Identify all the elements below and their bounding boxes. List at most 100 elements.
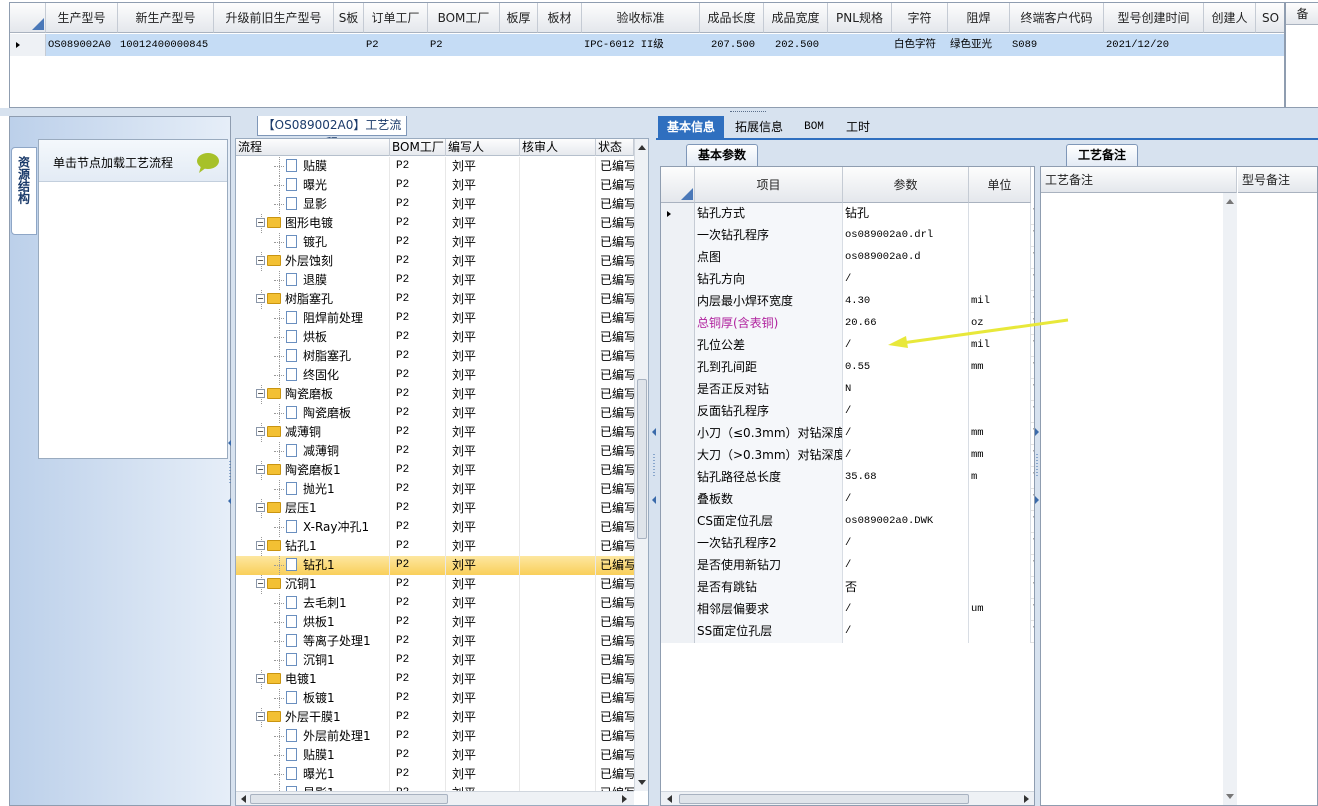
param-value-cell[interactable]: / [843,445,969,467]
tree-node[interactable]: 外层前处理1 P2 刘平 已编写 [236,727,636,746]
tree-node[interactable]: − 减薄铜 P2 刘平 已编写 [236,423,636,442]
scroll-thumb[interactable] [637,379,647,539]
tree-node-label-cell[interactable]: X-Ray冲孔1 [236,518,390,537]
column-header[interactable]: 新生产型号 [118,3,214,33]
tree-node[interactable]: 等离子处理1 P2 刘平 已编写 [236,632,636,651]
tree-node-label-cell[interactable]: − 电镀1 [236,670,390,689]
table-cell[interactable] [1204,34,1256,56]
collapse-toggle-icon[interactable]: − [256,712,265,721]
tree-node-label-cell[interactable]: − 沉铜1 [236,575,390,594]
param-value-cell[interactable]: 0.55 [843,357,969,379]
tree-node-label-cell[interactable]: 陶瓷磨板 [236,404,390,423]
column-header[interactable]: S板 [334,3,364,33]
tree-node-label-cell[interactable]: − 陶瓷磨板1 [236,461,390,480]
tree-node[interactable]: − 陶瓷磨板 P2 刘平 已编写 [236,385,636,404]
tree-node-label-cell[interactable]: − 层压1 [236,499,390,518]
resource-tree-box[interactable]: 单击节点加载工艺流程 [38,139,228,459]
flow-column-header[interactable]: 状态 [596,139,634,156]
param-row[interactable]: 是否正反对钻N Y [661,379,1034,401]
param-value-cell[interactable]: os089002a0.DWK [843,511,969,533]
flow-column-header[interactable]: BOM工厂 [390,139,446,156]
table-cell[interactable] [500,34,538,56]
tree-node[interactable]: 阻焊前处理 P2 刘平 已编写 [236,309,636,328]
tree-node-label-cell[interactable]: 退膜 [236,271,390,290]
column-header[interactable]: 成品宽度 [764,3,828,33]
tree-node-label-cell[interactable]: − 陶瓷磨板 [236,385,390,404]
tree-node-label-cell[interactable]: 去毛刺1 [236,594,390,613]
column-header[interactable]: 阻焊 [948,3,1010,33]
param-value-cell[interactable]: / [843,533,969,555]
tree-node[interactable]: 板镀1 P2 刘平 已编写 [236,689,636,708]
table-cell[interactable]: 202.500 [764,34,828,56]
table-cell[interactable] [538,34,582,56]
param-value-cell[interactable]: / [843,489,969,511]
tree-node[interactable]: 钻孔1 P2 刘平 已编写 [236,556,636,575]
tree-node[interactable]: − 层压1 P2 刘平 已编写 [236,499,636,518]
collapse-toggle-icon[interactable]: − [256,294,265,303]
hscroll-thumb[interactable] [250,794,448,804]
tree-node[interactable]: − 钻孔1 P2 刘平 已编写 [236,537,636,556]
hscroll-thumb[interactable] [679,794,969,804]
tree-node[interactable]: 贴膜1 P2 刘平 已编写 [236,746,636,765]
column-header[interactable]: 成品长度 [700,3,764,33]
tree-node[interactable]: 贴膜 P2 刘平 已编写 [236,157,636,176]
tree-node-label-cell[interactable]: 镀孔 [236,233,390,252]
table-cell[interactable] [1256,34,1284,56]
tree-node[interactable]: 去毛刺1 P2 刘平 已编写 [236,594,636,613]
tree-node[interactable]: 沉铜1 P2 刘平 已编写 [236,651,636,670]
collapse-toggle-icon[interactable]: − [256,256,265,265]
param-value-cell[interactable]: 钻孔 [843,203,969,225]
column-header[interactable]: 板材 [538,3,582,33]
tree-node[interactable]: 曝光1 P2 刘平 已编写 [236,765,636,784]
tree-node-label-cell[interactable]: 减薄铜 [236,442,390,461]
tree-node[interactable]: 烘板 P2 刘平 已编写 [236,328,636,347]
tree-node-label-cell[interactable]: 阻焊前处理 [236,309,390,328]
tree-node-label-cell[interactable]: 贴膜1 [236,746,390,765]
tree-node[interactable]: − 沉铜1 P2 刘平 已编写 [236,575,636,594]
collapse-toggle-icon[interactable]: − [256,674,265,683]
param-row[interactable]: 内层最小焊环宽度4.30milY [661,291,1034,313]
tree-node-label-cell[interactable]: 沉铜1 [236,651,390,670]
horizontal-splitter[interactable] [0,108,1318,116]
tree-node-label-cell[interactable]: 树脂塞孔 [236,347,390,366]
tree-node-label-cell[interactable]: 外层前处理1 [236,727,390,746]
table-cell[interactable]: 2021/12/20 [1104,34,1204,56]
column-header[interactable]: 订单工厂 [364,3,428,33]
column-header[interactable]: PNL规格 [828,3,892,33]
column-header[interactable]: 验收标准 [582,3,700,33]
tree-node-label-cell[interactable]: − 树脂塞孔 [236,290,390,309]
param-row[interactable]: 一次钻孔程序2/ Y [661,533,1034,555]
param-value-cell[interactable]: 35.68 [843,467,969,489]
param-row[interactable]: 钻孔方式钻孔 Y [661,203,1034,225]
collapse-toggle-icon[interactable]: − [256,541,265,550]
tree-node-label-cell[interactable]: 贴膜 [236,157,390,176]
tree-node[interactable]: 镀孔 P2 刘平 已编写 [236,233,636,252]
flow-column-header[interactable]: 流程 [236,139,390,156]
flow-column-header[interactable]: 编写人 [446,139,520,156]
tab-work-hours[interactable]: 工时 [836,116,880,138]
column-header[interactable]: 板厚 [500,3,538,33]
param-row[interactable]: 点图os089002a0.d Y [661,247,1034,269]
param-value-cell[interactable]: os089002a0.d [843,247,969,269]
collapse-toggle-icon[interactable]: − [256,427,265,436]
params-grid[interactable]: 项目参数单位 钻孔方式钻孔Y一次钻孔程序os089002a0.drlY点图os0… [660,166,1035,806]
grid-corner[interactable] [10,3,46,33]
param-value-cell[interactable]: / [843,555,969,577]
vertical-tab-resources[interactable]: 资源结构 [11,147,37,235]
scroll-down-icon[interactable] [637,779,647,787]
tree-node[interactable]: − 外层干膜1 P2 刘平 已编写 [236,708,636,727]
param-value-cell[interactable]: N [843,379,969,401]
collapse-toggle-icon[interactable]: − [256,465,265,474]
flow-tree[interactable]: 流程 BOM工厂 编写人 核审人 状态 贴膜 P2 刘平 已编写 曝光 P2 刘平 已编写 显影 P2 刘平… [235,138,649,806]
remarks-tab[interactable]: 工艺备注 [1066,144,1138,166]
param-value-cell[interactable]: / [843,423,969,445]
param-column-header[interactable]: 项目 [695,167,843,203]
collapse-toggle-icon[interactable]: − [256,579,265,588]
tree-node[interactable]: − 陶瓷磨板1 P2 刘平 已编写 [236,461,636,480]
tree-node[interactable]: 减薄铜 P2 刘平 已编写 [236,442,636,461]
param-column-header[interactable]: 单位 [969,167,1031,203]
param-row[interactable]: 一次钻孔程序os089002a0.drl Y [661,225,1034,247]
param-value-cell[interactable]: 4.30 [843,291,969,313]
flow-column-header[interactable]: 核审人 [520,139,596,156]
tree-node[interactable]: X-Ray冲孔1 P2 刘平 已编写 [236,518,636,537]
